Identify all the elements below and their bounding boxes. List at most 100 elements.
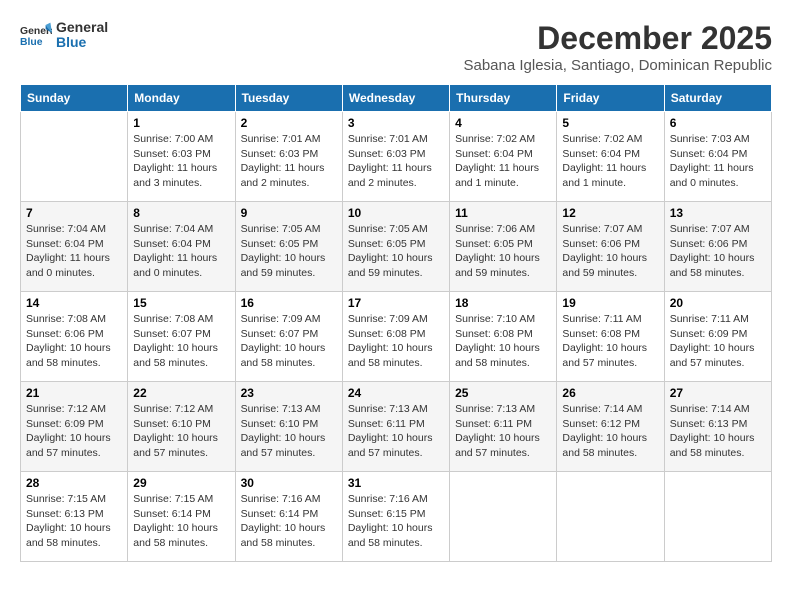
day-number: 26 xyxy=(562,386,658,400)
day-info: Sunrise: 7:04 AMSunset: 6:04 PMDaylight:… xyxy=(26,222,122,281)
day-number: 5 xyxy=(562,116,658,130)
weekday-header: Tuesday xyxy=(235,85,342,112)
day-number: 31 xyxy=(348,476,444,490)
day-info: Sunrise: 7:14 AMSunset: 6:13 PMDaylight:… xyxy=(670,402,766,461)
calendar-cell: 15 Sunrise: 7:08 AMSunset: 6:07 PMDayligh… xyxy=(128,292,235,382)
day-info: Sunrise: 7:10 AMSunset: 6:08 PMDaylight:… xyxy=(455,312,551,371)
day-info: Sunrise: 7:16 AMSunset: 6:14 PMDaylight:… xyxy=(241,492,337,551)
day-info: Sunrise: 7:01 AMSunset: 6:03 PMDaylight:… xyxy=(241,132,337,191)
day-info: Sunrise: 7:11 AMSunset: 6:08 PMDaylight:… xyxy=(562,312,658,371)
day-number: 11 xyxy=(455,206,551,220)
calendar-cell: 12 Sunrise: 7:07 AMSunset: 6:06 PMDayligh… xyxy=(557,202,664,292)
day-info: Sunrise: 7:08 AMSunset: 6:07 PMDaylight:… xyxy=(133,312,229,371)
weekday-header: Wednesday xyxy=(342,85,449,112)
day-number: 9 xyxy=(241,206,337,220)
day-info: Sunrise: 7:13 AMSunset: 6:10 PMDaylight:… xyxy=(241,402,337,461)
day-info: Sunrise: 7:07 AMSunset: 6:06 PMDaylight:… xyxy=(562,222,658,281)
day-info: Sunrise: 7:07 AMSunset: 6:06 PMDaylight:… xyxy=(670,222,766,281)
day-number: 15 xyxy=(133,296,229,310)
location: Sabana Iglesia, Santiago, Dominican Repu… xyxy=(463,57,772,74)
day-number: 25 xyxy=(455,386,551,400)
day-number: 20 xyxy=(670,296,766,310)
calendar-cell: 8 Sunrise: 7:04 AMSunset: 6:04 PMDaylight… xyxy=(128,202,235,292)
svg-text:Blue: Blue xyxy=(20,37,43,48)
day-number: 14 xyxy=(26,296,122,310)
day-info: Sunrise: 7:12 AMSunset: 6:10 PMDaylight:… xyxy=(133,402,229,461)
logo-icon: General Blue xyxy=(20,21,52,49)
day-number: 21 xyxy=(26,386,122,400)
page-header: General Blue General Blue December 2025 … xyxy=(20,20,772,74)
day-number: 27 xyxy=(670,386,766,400)
calendar-cell: 13 Sunrise: 7:07 AMSunset: 6:06 PMDayligh… xyxy=(664,202,771,292)
calendar-cell: 9Sunrise: 7:05 AMSunset: 6:05 PMDaylight… xyxy=(235,202,342,292)
calendar-header: SundayMondayTuesdayWednesdayThursdayFrid… xyxy=(21,85,772,112)
day-info: Sunrise: 7:08 AMSunset: 6:06 PMDaylight:… xyxy=(26,312,122,371)
calendar-cell: 30 Sunrise: 7:16 AMSunset: 6:14 PMDayligh… xyxy=(235,472,342,562)
day-info: Sunrise: 7:03 AMSunset: 6:04 PMDaylight:… xyxy=(670,132,766,191)
calendar-cell xyxy=(450,472,557,562)
day-number: 22 xyxy=(133,386,229,400)
month-title: December 2025 xyxy=(463,20,772,57)
calendar-cell: 18 Sunrise: 7:10 AMSunset: 6:08 PMDayligh… xyxy=(450,292,557,382)
calendar-cell: 17 Sunrise: 7:09 AMSunset: 6:08 PMDayligh… xyxy=(342,292,449,382)
day-info: Sunrise: 7:01 AMSunset: 6:03 PMDaylight:… xyxy=(348,132,444,191)
day-number: 6 xyxy=(670,116,766,130)
calendar-cell: 27 Sunrise: 7:14 AMSunset: 6:13 PMDayligh… xyxy=(664,382,771,472)
day-info: Sunrise: 7:13 AMSunset: 6:11 PMDaylight:… xyxy=(455,402,551,461)
calendar-cell: 28Sunrise: 7:15 AMSunset: 6:13 PMDayligh… xyxy=(21,472,128,562)
day-number: 18 xyxy=(455,296,551,310)
calendar-cell xyxy=(21,112,128,202)
calendar-cell: 14 Sunrise: 7:08 AMSunset: 6:06 PMDayligh… xyxy=(21,292,128,382)
day-number: 3 xyxy=(348,116,444,130)
day-number: 13 xyxy=(670,206,766,220)
day-number: 16 xyxy=(241,296,337,310)
calendar-cell: 26 Sunrise: 7:14 AMSunset: 6:12 PMDayligh… xyxy=(557,382,664,472)
calendar-cell: 5 Sunrise: 7:02 AMSunset: 6:04 PMDaylight… xyxy=(557,112,664,202)
day-info: Sunrise: 7:04 AMSunset: 6:04 PMDaylight:… xyxy=(133,222,229,281)
day-number: 2 xyxy=(241,116,337,130)
day-info: Sunrise: 7:02 AMSunset: 6:04 PMDaylight:… xyxy=(562,132,658,191)
calendar-cell: 19 Sunrise: 7:11 AMSunset: 6:08 PMDayligh… xyxy=(557,292,664,382)
day-info: Sunrise: 7:09 AMSunset: 6:07 PMDaylight:… xyxy=(241,312,337,371)
calendar-cell: 6 Sunrise: 7:03 AMSunset: 6:04 PMDaylight… xyxy=(664,112,771,202)
day-info: Sunrise: 7:02 AMSunset: 6:04 PMDaylight:… xyxy=(455,132,551,191)
day-info: Sunrise: 7:13 AMSunset: 6:11 PMDaylight:… xyxy=(348,402,444,461)
calendar-cell: 25 Sunrise: 7:13 AMSunset: 6:11 PMDayligh… xyxy=(450,382,557,472)
day-number: 30 xyxy=(241,476,337,490)
calendar-cell: 11Sunrise: 7:06 AMSunset: 6:05 PMDayligh… xyxy=(450,202,557,292)
day-number: 28 xyxy=(26,476,122,490)
calendar-cell: 10Sunrise: 7:05 AMSunset: 6:05 PMDayligh… xyxy=(342,202,449,292)
calendar-cell: 7 Sunrise: 7:04 AMSunset: 6:04 PMDaylight… xyxy=(21,202,128,292)
day-number: 7 xyxy=(26,206,122,220)
day-number: 19 xyxy=(562,296,658,310)
calendar-cell: 29Sunrise: 7:15 AMSunset: 6:14 PMDayligh… xyxy=(128,472,235,562)
day-number: 12 xyxy=(562,206,658,220)
calendar-table: SundayMondayTuesdayWednesdayThursdayFrid… xyxy=(20,84,772,562)
day-info: Sunrise: 7:12 AMSunset: 6:09 PMDaylight:… xyxy=(26,402,122,461)
day-info: Sunrise: 7:16 AMSunset: 6:15 PMDaylight:… xyxy=(348,492,444,551)
calendar-cell xyxy=(664,472,771,562)
day-info: Sunrise: 7:11 AMSunset: 6:09 PMDaylight:… xyxy=(670,312,766,371)
calendar-cell xyxy=(557,472,664,562)
calendar-cell: 24 Sunrise: 7:13 AMSunset: 6:11 PMDayligh… xyxy=(342,382,449,472)
logo: General Blue General Blue xyxy=(20,20,108,51)
day-info: Sunrise: 7:09 AMSunset: 6:08 PMDaylight:… xyxy=(348,312,444,371)
weekday-header: Thursday xyxy=(450,85,557,112)
day-number: 24 xyxy=(348,386,444,400)
day-number: 1 xyxy=(133,116,229,130)
day-info: Sunrise: 7:15 AMSunset: 6:14 PMDaylight:… xyxy=(133,492,229,551)
calendar-cell: 1 Sunrise: 7:00 AMSunset: 6:03 PMDaylight… xyxy=(128,112,235,202)
calendar-cell: 22 Sunrise: 7:12 AMSunset: 6:10 PMDayligh… xyxy=(128,382,235,472)
weekday-header: Friday xyxy=(557,85,664,112)
day-number: 8 xyxy=(133,206,229,220)
calendar-cell: 31 Sunrise: 7:16 AMSunset: 6:15 PMDayligh… xyxy=(342,472,449,562)
day-info: Sunrise: 7:05 AMSunset: 6:05 PMDaylight:… xyxy=(348,222,444,281)
calendar-cell: 3 Sunrise: 7:01 AMSunset: 6:03 PMDaylight… xyxy=(342,112,449,202)
day-info: Sunrise: 7:14 AMSunset: 6:12 PMDaylight:… xyxy=(562,402,658,461)
calendar-cell: 2 Sunrise: 7:01 AMSunset: 6:03 PMDaylight… xyxy=(235,112,342,202)
day-info: Sunrise: 7:00 AMSunset: 6:03 PMDaylight:… xyxy=(133,132,229,191)
calendar-cell: 20 Sunrise: 7:11 AMSunset: 6:09 PMDayligh… xyxy=(664,292,771,382)
calendar-cell: 21 Sunrise: 7:12 AMSunset: 6:09 PMDayligh… xyxy=(21,382,128,472)
day-number: 17 xyxy=(348,296,444,310)
calendar-cell: 23Sunrise: 7:13 AMSunset: 6:10 PMDayligh… xyxy=(235,382,342,472)
